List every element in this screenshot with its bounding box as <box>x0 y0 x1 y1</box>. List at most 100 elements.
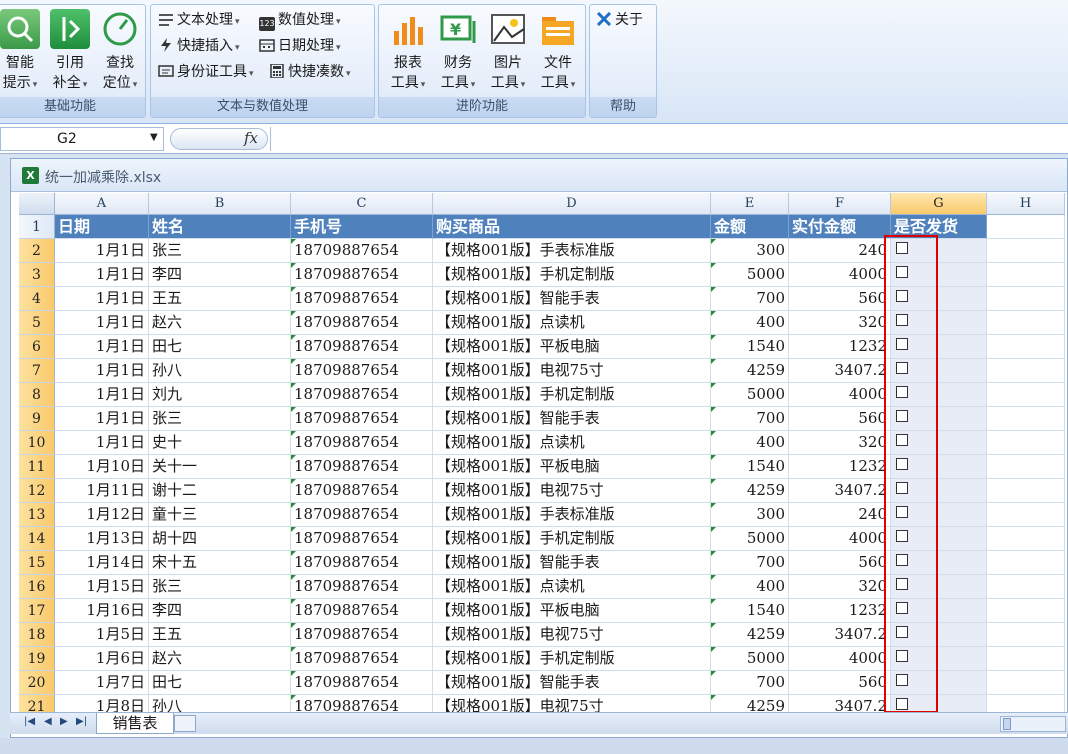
cell[interactable]: 【规格001版】平板电脑 <box>433 335 711 359</box>
cell[interactable]: 【规格001版】手机定制版 <box>433 647 711 671</box>
cell[interactable]: 1月8日 <box>55 695 149 713</box>
column-header[interactable]: D <box>433 193 711 215</box>
cell[interactable]: 1月11日 <box>55 479 149 503</box>
name-box[interactable]: G2 <box>0 127 164 151</box>
column-header[interactable]: C <box>291 193 433 215</box>
row-header[interactable]: 21 <box>19 695 55 713</box>
cell[interactable]: 【规格001版】电视75寸 <box>433 623 711 647</box>
cell[interactable]: 700 <box>711 287 789 311</box>
cell[interactable]: 5000 <box>711 527 789 551</box>
cell[interactable]: 【规格001版】点读机 <box>433 311 711 335</box>
shipped-checkbox[interactable] <box>896 242 908 254</box>
prev-sheet-icon[interactable]: ◀ <box>44 716 52 727</box>
cell[interactable] <box>987 239 1065 263</box>
cell[interactable] <box>987 311 1065 335</box>
cell[interactable]: 童十三 <box>149 503 291 527</box>
header-cell[interactable]: 手机号 <box>291 215 433 239</box>
cell[interactable] <box>987 551 1065 575</box>
quick-insert-button[interactable]: 快捷插入 ▾ <box>158 35 240 57</box>
cell[interactable]: 560 <box>789 671 891 695</box>
cell[interactable]: 400 <box>711 431 789 455</box>
select-all-corner[interactable] <box>19 193 55 215</box>
cell[interactable]: 张三 <box>149 575 291 599</box>
cell[interactable]: 18709887654 <box>291 383 433 407</box>
cell[interactable]: 1540 <box>711 455 789 479</box>
cell[interactable] <box>987 671 1065 695</box>
last-sheet-icon[interactable]: ▶| <box>76 716 87 727</box>
header-cell[interactable]: 日期 <box>55 215 149 239</box>
cell[interactable]: 1月12日 <box>55 503 149 527</box>
cell[interactable]: 320 <box>789 575 891 599</box>
sheet-tab-sales[interactable]: 销售表 <box>96 713 174 734</box>
cell[interactable] <box>987 263 1065 287</box>
cell[interactable]: 1月1日 <box>55 239 149 263</box>
row-header[interactable]: 3 <box>19 263 55 287</box>
cell[interactable]: 560 <box>789 551 891 575</box>
cell[interactable]: 【规格001版】智能手表 <box>433 551 711 575</box>
first-sheet-icon[interactable]: |◀ <box>24 716 35 727</box>
cell[interactable] <box>987 383 1065 407</box>
number-process-button[interactable]: 123 数值处理 ▾ <box>259 9 341 31</box>
column-header[interactable]: H <box>987 193 1065 215</box>
cell[interactable]: 1540 <box>711 599 789 623</box>
cell[interactable]: 18709887654 <box>291 479 433 503</box>
shipped-checkbox[interactable] <box>896 626 908 638</box>
shipped-checkbox-cell[interactable] <box>891 527 987 551</box>
cell[interactable]: 关十一 <box>149 455 291 479</box>
scrollbar-thumb[interactable] <box>1003 718 1011 730</box>
shipped-checkbox-cell[interactable] <box>891 287 987 311</box>
cell[interactable]: 4000 <box>789 383 891 407</box>
cell[interactable]: 18709887654 <box>291 599 433 623</box>
shipped-checkbox[interactable] <box>896 650 908 662</box>
cell[interactable]: 孙八 <box>149 695 291 713</box>
cell[interactable]: 18709887654 <box>291 239 433 263</box>
shipped-checkbox-cell[interactable] <box>891 647 987 671</box>
cell[interactable] <box>987 407 1065 431</box>
cell[interactable]: 1月1日 <box>55 263 149 287</box>
shipped-checkbox-cell[interactable] <box>891 431 987 455</box>
row-header[interactable]: 11 <box>19 455 55 479</box>
cell[interactable]: 18709887654 <box>291 671 433 695</box>
shipped-checkbox[interactable] <box>896 482 908 494</box>
cell[interactable]: 1月5日 <box>55 623 149 647</box>
cell[interactable] <box>987 359 1065 383</box>
cell[interactable]: 3407.2 <box>789 479 891 503</box>
cell[interactable] <box>987 479 1065 503</box>
shipped-checkbox[interactable] <box>896 314 908 326</box>
cell[interactable]: 18709887654 <box>291 359 433 383</box>
cell[interactable]: 1540 <box>711 335 789 359</box>
cell[interactable]: 王五 <box>149 623 291 647</box>
shipped-checkbox[interactable] <box>896 362 908 374</box>
row-header[interactable]: 19 <box>19 647 55 671</box>
shipped-checkbox[interactable] <box>896 410 908 422</box>
cell[interactable]: 18709887654 <box>291 695 433 713</box>
shipped-checkbox-cell[interactable] <box>891 455 987 479</box>
cell[interactable]: 【规格001版】电视75寸 <box>433 479 711 503</box>
row-header[interactable]: 6 <box>19 335 55 359</box>
cell[interactable]: 18709887654 <box>291 623 433 647</box>
cell[interactable]: 李四 <box>149 263 291 287</box>
header-cell[interactable]: 金额 <box>711 215 789 239</box>
cell[interactable]: 5000 <box>711 383 789 407</box>
shipped-checkbox-cell[interactable] <box>891 479 987 503</box>
cell[interactable]: 1月1日 <box>55 407 149 431</box>
cell[interactable]: 3407.2 <box>789 623 891 647</box>
cell[interactable] <box>987 335 1065 359</box>
column-header[interactable]: F <box>789 193 891 215</box>
cell[interactable] <box>987 647 1065 671</box>
cell[interactable]: 田七 <box>149 671 291 695</box>
cell[interactable]: 赵六 <box>149 647 291 671</box>
cell[interactable]: 4259 <box>711 359 789 383</box>
shipped-checkbox[interactable] <box>896 458 908 470</box>
row-header[interactable]: 2 <box>19 239 55 263</box>
cell[interactable]: 1月15日 <box>55 575 149 599</box>
cell[interactable]: 300 <box>711 239 789 263</box>
cell[interactable] <box>987 599 1065 623</box>
cell[interactable]: 田七 <box>149 335 291 359</box>
cell[interactable]: 1232 <box>789 599 891 623</box>
cell[interactable]: 18709887654 <box>291 551 433 575</box>
cell[interactable]: 4000 <box>789 647 891 671</box>
cell[interactable]: 张三 <box>149 239 291 263</box>
cell[interactable]: 1月1日 <box>55 431 149 455</box>
shipped-checkbox-cell[interactable] <box>891 311 987 335</box>
